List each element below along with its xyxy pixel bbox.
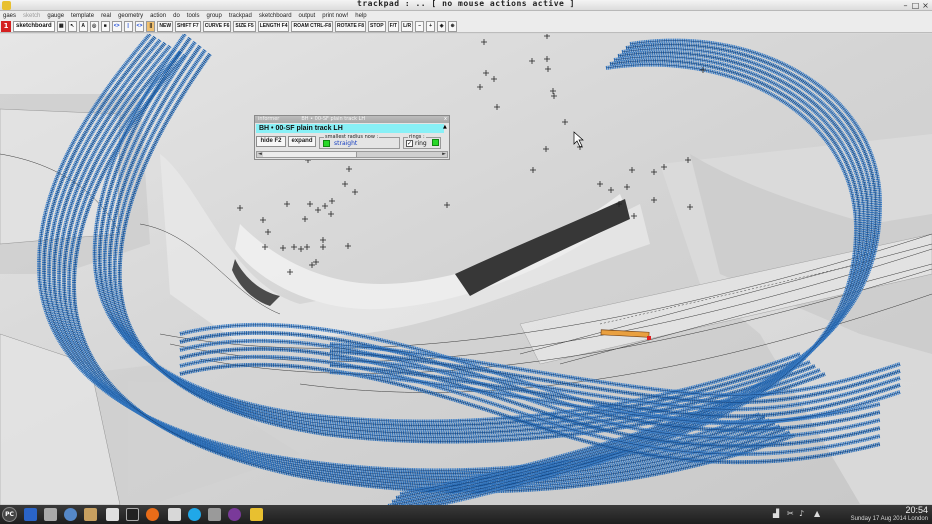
clock[interactable]: 20:54 Sunday 17 Aug 2014 London xyxy=(851,506,928,523)
menu-gaes[interactable]: gaes xyxy=(3,13,16,19)
ring-indicator xyxy=(432,139,439,146)
desktop-icon[interactable] xyxy=(24,508,37,521)
sketchboard-button[interactable]: sketchboard xyxy=(13,20,55,32)
square-icon[interactable]: ■ xyxy=(100,20,110,32)
informer-header-template: BH • 00-SF plain track LH xyxy=(301,116,366,122)
rotate-button[interactable]: ROTATE F8 xyxy=(334,20,367,32)
clock-date: Sunday 17 Aug 2014 London xyxy=(850,516,928,522)
roam-button[interactable]: ROAM CTRL-F8 xyxy=(291,20,333,32)
menu-action[interactable]: action xyxy=(150,13,166,19)
templot-icon[interactable] xyxy=(250,508,263,521)
tools-icon[interactable] xyxy=(44,508,57,521)
media-icon[interactable] xyxy=(228,508,241,521)
zoom-in-button[interactable]: + xyxy=(426,20,436,32)
menu-do[interactable]: do xyxy=(173,13,180,19)
package-icon[interactable] xyxy=(84,508,97,521)
stop-button[interactable]: STOP xyxy=(368,20,386,32)
network-icon[interactable]: ▟ xyxy=(773,509,779,518)
radius-group: smallest radius now : straight xyxy=(319,134,400,149)
shift-left-icon[interactable]: <> xyxy=(111,20,122,32)
file-manager-icon[interactable] xyxy=(106,508,119,521)
track-plan[interactable] xyxy=(0,34,932,505)
mail-icon[interactable] xyxy=(168,508,181,521)
screen-icon[interactable] xyxy=(208,508,221,521)
new-button[interactable]: NEW xyxy=(157,20,174,32)
rings-group: rings : ✓ ring xyxy=(403,134,441,149)
radius-indicator xyxy=(323,140,330,147)
curve-button[interactable]: CURVE F6 xyxy=(202,20,232,32)
menu-bar: gaes sketch gauge template real geometry… xyxy=(0,11,932,20)
menu-print-now[interactable]: print now! xyxy=(322,13,348,19)
window-title: trackpad : .. [ no mouse actions active … xyxy=(357,0,575,8)
layer-badge[interactable]: 1 xyxy=(1,20,11,32)
skype-icon[interactable] xyxy=(188,508,201,521)
clock-time: 20:54 xyxy=(905,505,928,515)
informer-panel[interactable]: informer BH • 00-SF plain track LH x BH … xyxy=(254,115,450,160)
informer-title: informer xyxy=(258,116,280,122)
template-name: BH • 00-SF plain track LH xyxy=(256,124,444,133)
size-button[interactable]: SIZE F5 xyxy=(233,20,256,32)
menu-trackpad[interactable]: trackpad xyxy=(229,13,252,19)
scroll-right-icon[interactable]: ► xyxy=(442,151,446,157)
taskbar: PC ▟ ✂ ♪ ▲ 20:54 Sunday 17 Aug 2014 Lond… xyxy=(0,505,932,524)
volume-icon[interactable]: ♪ xyxy=(799,509,804,518)
camera-icon[interactable]: ◎ xyxy=(89,20,99,32)
grid-icon[interactable]: ▦ xyxy=(56,20,66,32)
firefox-icon[interactable] xyxy=(146,508,159,521)
text-tool-icon[interactable]: A xyxy=(78,20,88,32)
shift-button[interactable]: SHIFT F7 xyxy=(175,20,201,32)
bar-icon[interactable]: | xyxy=(123,20,133,32)
flip-ft-button[interactable]: F/T xyxy=(387,20,400,32)
informer-close-icon[interactable]: x xyxy=(444,116,447,123)
title-bar: trackpad : .. [ no mouse actions active … xyxy=(0,0,932,11)
minimize-button[interactable]: – xyxy=(901,1,910,10)
toolbar: 1 sketchboard ▦ ↖ A ◎ ■ <> | <> || NEW S… xyxy=(0,20,932,33)
tray-menu-icon[interactable]: ▲ xyxy=(814,509,820,518)
settings-icon[interactable] xyxy=(64,508,77,521)
radius-value: straight xyxy=(334,140,358,147)
menu-group[interactable]: group xyxy=(206,13,221,19)
menu-output[interactable]: output xyxy=(299,13,316,19)
informer-header[interactable]: informer BH • 00-SF plain track LH x xyxy=(255,116,449,123)
terminal-icon[interactable] xyxy=(126,508,139,521)
menu-geometry[interactable]: geometry xyxy=(118,13,143,19)
fit-icon[interactable]: ⊕ xyxy=(448,20,458,32)
ring-checkbox[interactable]: ✓ xyxy=(406,140,413,147)
menu-tools[interactable]: tools xyxy=(187,13,200,19)
menu-template[interactable]: template xyxy=(71,13,94,19)
informer-scrollbar[interactable]: ◄ ► xyxy=(256,151,448,158)
start-button[interactable]: PC xyxy=(2,507,17,522)
menu-gauge[interactable]: gauge xyxy=(47,13,64,19)
hide-button[interactable]: hide F2 xyxy=(256,136,286,147)
menu-sketchboard[interactable]: sketchboard xyxy=(259,13,292,19)
scroll-up-icon[interactable]: ▲ xyxy=(443,124,448,133)
zoom-out-button[interactable]: – xyxy=(415,20,425,32)
pointer-icon[interactable]: ↖ xyxy=(67,20,77,32)
menu-help[interactable]: help xyxy=(355,13,366,19)
menu-sketch[interactable]: sketch xyxy=(23,13,40,19)
scroll-thumb[interactable] xyxy=(263,152,357,157)
flip-lr-button[interactable]: L/R xyxy=(401,20,414,32)
expand-button[interactable]: expand xyxy=(288,136,316,147)
ring-label: ring xyxy=(415,140,427,147)
menu-real[interactable]: real xyxy=(101,13,111,19)
drawing-canvas[interactable]: informer BH • 00-SF plain track LH x BH … xyxy=(0,34,932,505)
maximize-button[interactable]: □ xyxy=(911,1,920,10)
close-button[interactable]: × xyxy=(921,1,930,10)
scissors-icon[interactable]: ✂ xyxy=(787,509,794,518)
scroll-left-icon[interactable]: ◄ xyxy=(258,151,262,157)
pause-icon[interactable]: || xyxy=(146,20,156,32)
swap-icon[interactable]: ◈ xyxy=(437,20,447,32)
length-button[interactable]: LENGTH F4 xyxy=(257,20,290,32)
shift-right-icon[interactable]: <> xyxy=(134,20,145,32)
